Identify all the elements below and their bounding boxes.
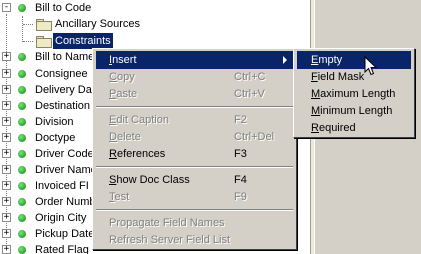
menu-item-shortcut: Ctrl+Del: [234, 131, 275, 143]
tree-node-label: Origin City: [35, 212, 87, 224]
menu-item-insert[interactable]: Insert: [96, 51, 293, 69]
expand-icon[interactable]: +: [2, 117, 11, 126]
tree-node-label: Order Numb: [35, 196, 96, 208]
collapse-icon[interactable]: -: [2, 3, 11, 12]
menu-item-label: aste: [116, 88, 138, 100]
expand-icon[interactable]: +: [2, 229, 11, 238]
expand-icon[interactable]: +: [2, 85, 11, 94]
submenu-item-minimum-length[interactable]: Minimum Length: [297, 102, 411, 120]
menu-item-label: nsert: [112, 54, 137, 66]
menu-item-shortcut: F3: [234, 148, 247, 160]
field-node-icon: [18, 134, 26, 142]
expand-icon[interactable]: +: [2, 52, 11, 61]
menu-item-label: dit Caption: [116, 114, 169, 126]
tree-node-label: Driver Code: [35, 148, 94, 160]
field-node-icon: [18, 246, 26, 254]
folder-icon: [36, 36, 52, 48]
field-node-icon: [18, 86, 26, 94]
tree-node-label: Destination: [35, 100, 91, 112]
context-menu: Insert Copy Ctrl+C Paste Ctrl+V Edit Cap…: [92, 48, 297, 250]
expand-icon[interactable]: +: [2, 133, 11, 142]
tree-node-label: Invoiced FI: [35, 180, 89, 192]
expand-icon[interactable]: +: [2, 197, 11, 206]
submenu-item-required[interactable]: Required: [297, 119, 411, 137]
menu-item-mnemonic: C: [109, 71, 117, 83]
submenu-item-field-mask[interactable]: Field Mask: [297, 68, 411, 86]
menu-item-mnemonic: D: [109, 131, 117, 143]
tree-node-constraints[interactable]: Constraints: [0, 33, 310, 49]
menu-item-mnemonic: R: [311, 122, 319, 134]
expand-icon[interactable]: +: [2, 165, 11, 174]
field-node-icon: [18, 198, 26, 206]
menu-item-copy[interactable]: Copy Ctrl+C: [96, 68, 293, 86]
menu-item-shortcut: Ctrl+C: [234, 71, 266, 83]
tree-node-label: Rated Flag: [35, 244, 89, 254]
menu-item-shortcut: F9: [234, 191, 247, 203]
tree-node-label: Consignee: [35, 68, 88, 80]
field-node-icon: [18, 166, 26, 174]
menu-item-label: ield Mask: [317, 71, 365, 83]
folder-icon: [36, 19, 52, 31]
menu-item-paste[interactable]: Paste Ctrl+V: [96, 85, 293, 103]
menu-item-label: inimum Length: [320, 105, 393, 117]
menu-item-shortcut: F2: [234, 114, 247, 126]
menu-item-label: elete: [116, 131, 141, 143]
field-node-icon: [18, 230, 26, 238]
menu-separator: [96, 106, 293, 108]
menu-separator: [96, 166, 293, 168]
mouse-cursor-icon: [364, 56, 378, 76]
expand-icon[interactable]: +: [2, 181, 11, 190]
menu-item-edit-caption[interactable]: Edit Caption F2: [96, 111, 293, 129]
menu-item-label: Propagate Field Names: [109, 217, 225, 229]
expand-icon[interactable]: +: [2, 101, 11, 110]
expand-icon[interactable]: +: [2, 69, 11, 78]
tree-node-label: Ancillary Sources: [55, 18, 140, 30]
menu-item-label: aximum Length: [320, 88, 396, 100]
field-node-icon: [18, 53, 26, 61]
field-node-icon: [18, 214, 26, 222]
menu-item-propagate-field-names[interactable]: Propagate Field Names: [96, 214, 293, 232]
tree-node-label: Division: [35, 116, 74, 128]
menu-item-references[interactable]: References F3: [96, 145, 293, 163]
submenu-item-empty[interactable]: Empty: [297, 51, 411, 69]
field-node-icon: [18, 102, 26, 110]
tree-node-label: Driver Name: [35, 164, 97, 176]
tree-node-label: Constraints: [53, 33, 113, 49]
menu-item-label: mpty: [318, 54, 343, 66]
tree-node-label: Pickup Date: [35, 228, 95, 240]
expand-icon[interactable]: +: [2, 149, 11, 158]
submenu-arrow-icon: [283, 56, 287, 64]
menu-separator: [96, 209, 293, 211]
menu-item-mnemonic: F: [311, 71, 318, 83]
field-node-icon: [18, 150, 26, 158]
field-node-icon: [18, 118, 26, 126]
expand-icon[interactable]: +: [2, 213, 11, 222]
menu-item-mnemonic: M: [311, 88, 321, 100]
tree-node-label: Bill to Name: [35, 51, 95, 63]
tree-node-label: Bill to Code: [35, 2, 92, 14]
menu-item-label: eferences: [116, 148, 166, 160]
menu-item-label: equired: [318, 122, 356, 134]
menu-item-mnemonic: R: [109, 148, 117, 160]
insert-submenu: Empty Field Mask Maximum Length Minimum …: [293, 48, 415, 138]
menu-item-test[interactable]: Test F9: [96, 188, 293, 206]
menu-item-refresh-server-field-list[interactable]: Refresh Server Field List: [96, 231, 293, 249]
menu-item-label: Refresh Server Field List: [109, 234, 231, 246]
menu-item-shortcut: Ctrl+V: [234, 88, 265, 100]
field-node-icon: [18, 182, 26, 190]
menu-item-delete[interactable]: Delete Ctrl+Del: [96, 128, 293, 146]
field-node-icon: [18, 70, 26, 78]
tree-node-label: Doctype: [35, 132, 76, 144]
menu-item-show-doc-class[interactable]: Show Doc Class F4: [96, 171, 293, 189]
expand-icon[interactable]: +: [2, 245, 11, 254]
menu-item-shortcut: F4: [234, 174, 247, 186]
field-node-icon: [18, 4, 26, 12]
tree-node-bill-to-code[interactable]: - Bill to Code: [0, 0, 310, 16]
tree-node-ancillary-sources[interactable]: Ancillary Sources: [0, 16, 310, 32]
menu-item-label: est: [114, 191, 130, 203]
menu-item-mnemonic: M: [311, 105, 321, 117]
menu-item-label: how Doc Class: [116, 174, 190, 186]
menu-item-label: opy: [116, 71, 135, 83]
submenu-item-maximum-length[interactable]: Maximum Length: [297, 85, 411, 103]
